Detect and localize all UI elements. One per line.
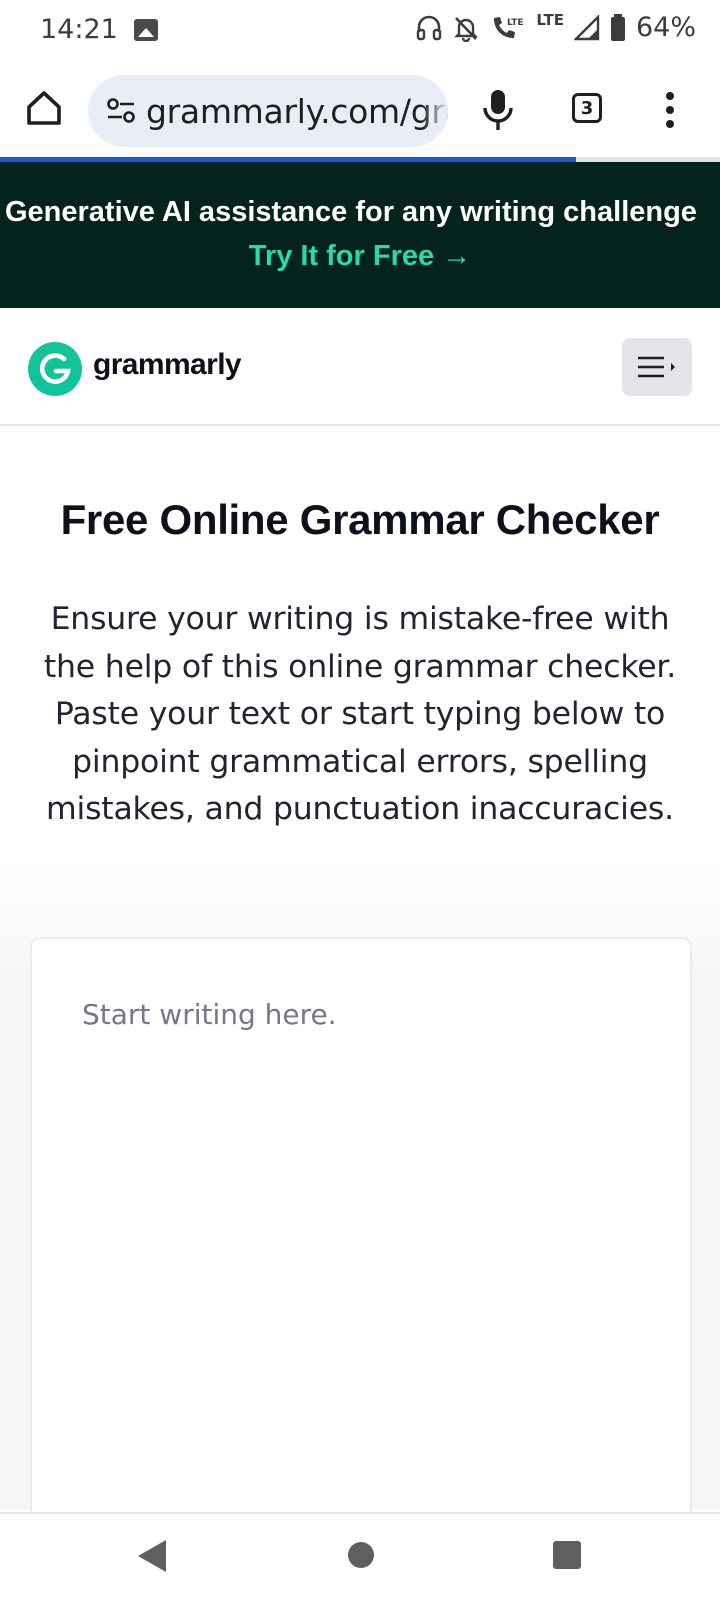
signal-icon [573,14,600,40]
network-type: LTE [536,10,564,29]
battery-percent: 64% [635,12,696,43]
promo-banner: Generative AI assistance for any writing… [0,162,720,308]
promo-cta-link[interactable]: Try It for Free → [249,240,471,272]
gallery-icon [134,19,158,41]
status-bar: 14:21 LTE LTE 64% [0,0,720,62]
editor-placeholder[interactable]: Start writing here. [82,998,337,1031]
microphone-icon[interactable] [478,88,518,134]
status-time: 14:21 [40,14,118,45]
tab-count: 3 [580,97,594,119]
address-bar[interactable]: grammarly.com/grammar-check [88,75,448,147]
recents-icon[interactable] [553,1541,581,1569]
battery-icon [610,13,625,41]
url-fade [422,75,448,147]
grammarly-logo-icon[interactable] [28,342,82,396]
page-description: Ensure your writing is mistake-free with… [43,601,677,827]
wifi-calling-icon: LTE [494,16,524,38]
arrow-right-icon[interactable]: → [442,240,471,272]
back-icon[interactable] [138,1540,166,1572]
hamburger-menu-button[interactable] [622,338,692,396]
logo-g-glyph [39,353,71,384]
site-header: grammarly [0,308,720,426]
site-settings-icon[interactable] [106,97,136,125]
promo-text: Generative AI assistance for any writing… [4,196,697,228]
home-icon[interactable] [24,88,64,128]
page-title: Free Online Grammar Checker [60,496,660,543]
home-circle-icon[interactable] [348,1542,374,1568]
promo-cta-label[interactable]: Try It for Free [249,240,434,272]
notifications-off-icon [454,16,479,42]
hamburger-menu-icon [638,356,675,378]
logo-text[interactable]: grammarly [93,348,242,382]
tabs-button[interactable]: 3 [572,93,602,123]
lte-mini-label: LTE [507,18,524,28]
headphones-icon [417,15,442,40]
status-icons: LTE LTE 64% [416,10,696,43]
url-text[interactable]: grammarly.com/grammar-check [146,92,448,131]
more-vert-icon[interactable] [664,92,676,128]
